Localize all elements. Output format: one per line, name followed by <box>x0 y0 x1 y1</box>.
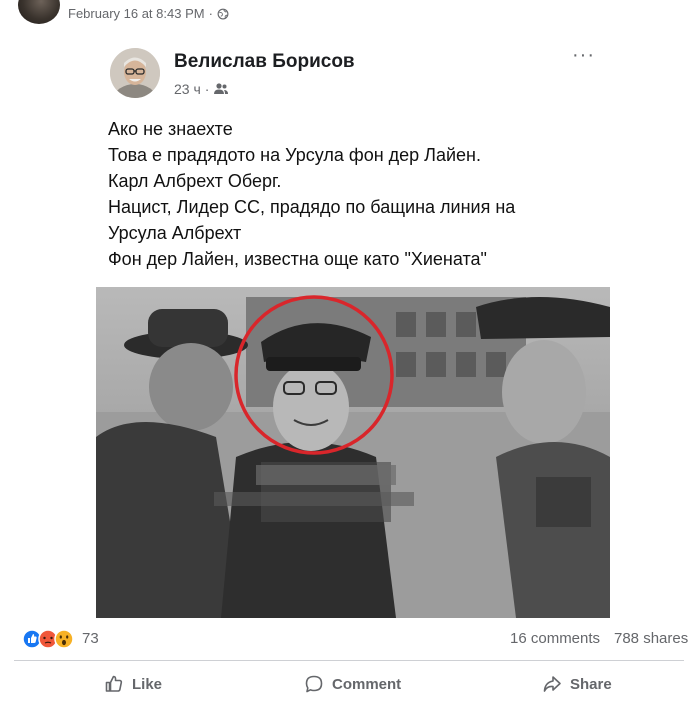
comment-bubble-icon <box>305 675 323 693</box>
post-text-line: Нацист, Лидер СС, прадядо по бащина лини… <box>108 197 516 217</box>
author-photo <box>110 48 160 98</box>
like-button[interactable]: Like <box>104 670 162 698</box>
comment-label: Comment <box>332 675 402 693</box>
post-meta: February 16 at 8:43 PM · <box>68 6 229 21</box>
historical-photo <box>96 287 610 618</box>
post-text-line: Карл Албрехт Оберг. <box>108 171 282 191</box>
post-time-ago[interactable]: 23 ч <box>174 81 201 97</box>
meta-separator: · <box>208 6 213 21</box>
sharer-avatar[interactable] <box>18 0 60 24</box>
post-photo[interactable] <box>96 287 610 618</box>
reaction-count[interactable]: 73 <box>82 630 99 647</box>
post-timestamp[interactable]: February 16 at 8:43 PM <box>68 6 205 21</box>
post-actions: Like Comment Share <box>0 664 698 704</box>
more-options-icon[interactable]: ··· <box>572 45 595 65</box>
share-label: Share <box>570 675 612 693</box>
post-text-line: Урсула Албрехт <box>108 223 242 243</box>
share-arrow-icon <box>543 676 561 692</box>
reaction-icons[interactable] <box>22 629 78 649</box>
author-avatar[interactable] <box>110 48 160 98</box>
post-text-line: Ако не знаехте <box>108 119 233 139</box>
post-text-line: Фон дер Лайен, известна още като "Хиенат… <box>108 249 487 269</box>
post-text: Ако не знаехте Това е прадядото на Урсул… <box>108 116 628 272</box>
globe-icon <box>217 8 229 19</box>
like-label: Like <box>132 675 163 693</box>
comment-button[interactable]: Comment <box>304 670 401 698</box>
wow-reaction-icon <box>54 629 74 649</box>
thumbs-up-icon <box>105 675 123 692</box>
shared-post-card: Велислав Борисов 23 ч · ··· Ако не знаех… <box>94 34 698 618</box>
actions-divider <box>14 660 684 661</box>
meta-separator: · <box>204 81 210 97</box>
friends-icon <box>214 83 229 94</box>
share-button[interactable]: Share <box>542 670 612 698</box>
shares-count[interactable]: 788 shares <box>614 630 688 647</box>
comments-count[interactable]: 16 comments <box>510 630 600 647</box>
author-name[interactable]: Велислав Борисов <box>174 51 355 73</box>
author-meta: 23 ч · <box>174 81 229 97</box>
post-text-line: Това е прадядото на Урсула фон дер Лайен… <box>108 145 481 165</box>
engagement-bar: 73 16 comments 788 shares <box>0 626 698 654</box>
shared-post-header: February 16 at 8:43 PM · <box>0 0 698 32</box>
